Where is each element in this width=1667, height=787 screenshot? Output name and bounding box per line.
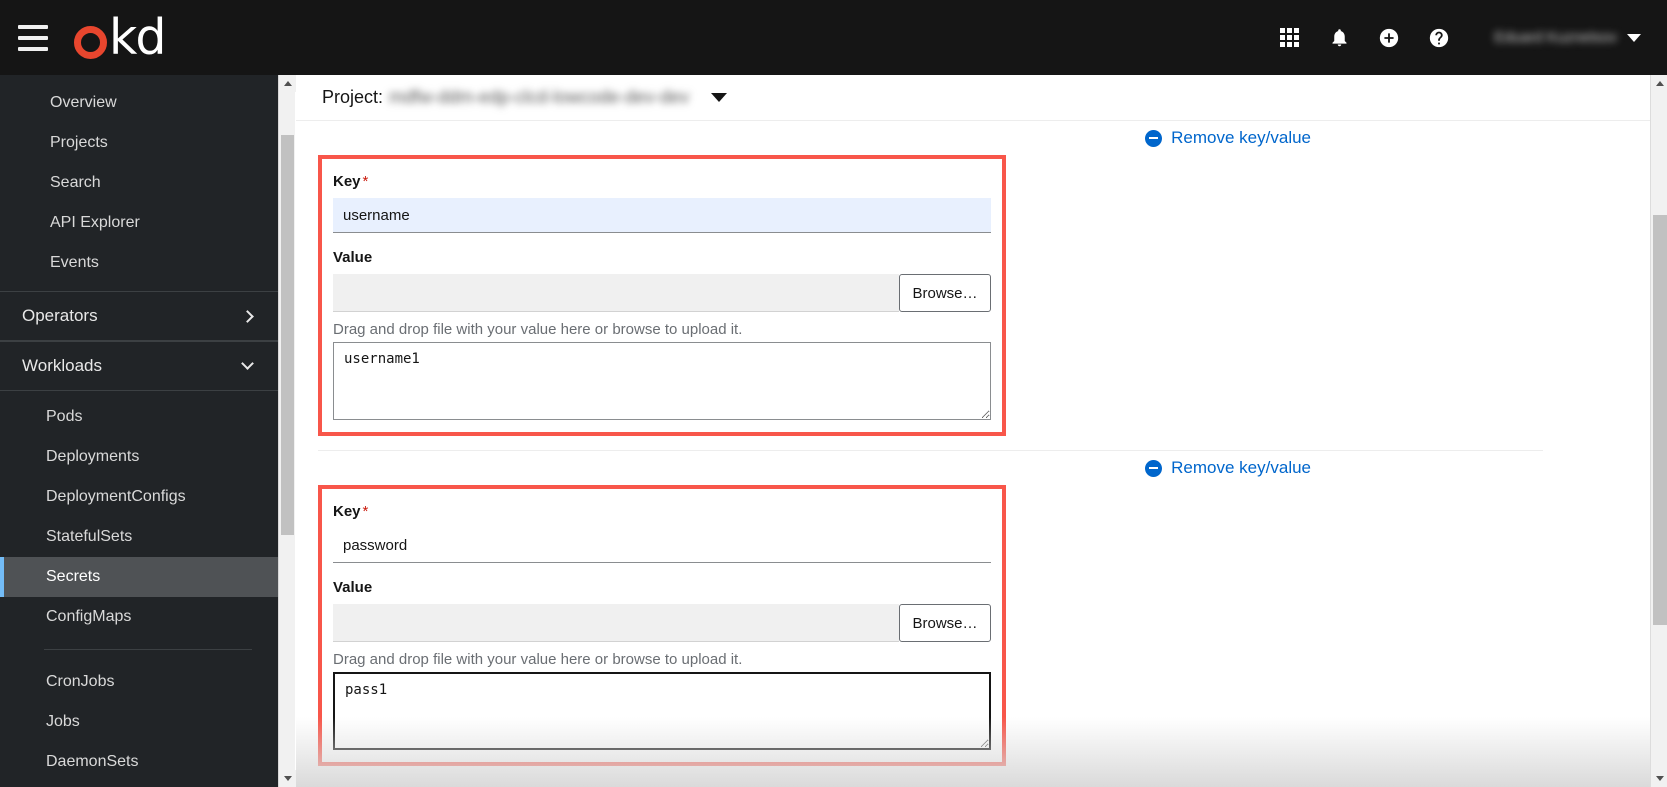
sidebar-item-deploymentconfigs[interactable]: DeploymentConfigs [0,477,278,517]
sidebar-item-events[interactable]: Events [0,243,278,283]
file-upload-row: Browse… [333,604,991,642]
drag-drop-helper-text: Drag and drop file with your value here … [333,321,743,338]
apps-grid-glyph [1279,28,1299,47]
value-textarea[interactable]: username1 [333,342,991,420]
sidebar-item-overview[interactable]: Overview [0,83,278,123]
remove-key-value-row: Remove key/value [296,121,1667,155]
okd-console-window: kd Eduard Kuznetsov Overview Projects Se… [0,0,1667,787]
hamburger-menu-icon[interactable] [18,24,48,51]
key-value-card: Key* Value Browse… Drag and drop file wi… [318,155,1006,436]
sidebar-group-label-workloads: Workloads [22,356,102,375]
secret-form: Remove key/value Key* Value Browse… Drag… [296,121,1667,786]
sidebar-scroll-thumb[interactable] [281,135,294,535]
key-label-text: Key [333,173,361,190]
key-value-entry: Remove key/value Key* Value Browse… Drag… [296,121,1667,436]
page-scroll-thumb[interactable] [1653,215,1667,625]
value-textarea[interactable]: pass1 [333,672,991,750]
sidebar-item-cronjobs[interactable]: CronJobs [0,662,278,702]
file-name-input[interactable] [333,274,899,312]
sidebar-item-secrets[interactable]: Secrets [0,557,278,597]
hamburger-bar [18,24,48,29]
sidebar-section-top: Overview Projects Search API Explorer Ev… [0,75,278,291]
sidebar-divider [44,649,252,650]
sidebar-group-workloads[interactable]: Workloads [0,341,278,391]
sidebar-item-daemonsets[interactable]: DaemonSets [0,742,278,782]
project-name: mdfw-ddm-edp-clcd-lowcode-dev-dev [389,87,690,107]
sidebar-scroll-up-icon[interactable] [279,75,296,92]
okd-logo[interactable]: kd [74,9,167,66]
apps-grid-icon[interactable] [1264,13,1314,63]
minus-circle-icon [1145,459,1163,477]
sidebar-navigation: Overview Projects Search API Explorer Ev… [0,75,278,787]
okd-logo-o-icon [74,26,107,59]
project-label: Project: [322,87,384,107]
required-asterisk: * [362,503,369,520]
project-dropdown-caret-icon[interactable] [711,93,728,102]
browse-button[interactable]: Browse… [899,274,991,312]
drag-drop-helper-text: Drag and drop file with your value here … [333,651,743,668]
key-input[interactable] [333,198,991,233]
sidebar-item-configmaps[interactable]: ConfigMaps [0,597,278,637]
remove-key-value-label: Remove key/value [1171,458,1311,477]
sidebar-scrollbar[interactable] [278,75,296,787]
project-bar: Project: mdfw-ddm-edp-clcd-lowcode-dev-d… [296,75,1667,121]
sidebar-group-label-operators: Operators [22,306,98,325]
masthead: kd Eduard Kuznetsov [0,0,1667,75]
chevron-down-icon [1627,33,1641,42]
required-asterisk: * [362,173,369,190]
okd-logo-text: kd [109,9,167,66]
sidebar-scroll-down-icon[interactable] [279,770,296,787]
sidebar-item-deployments[interactable]: Deployments [0,437,278,477]
key-value-card: Key* Value Browse… Drag and drop file wi… [318,485,1006,766]
bell-icon[interactable] [1314,13,1364,63]
file-upload-row: Browse… [333,274,991,312]
file-name-input[interactable] [333,604,899,642]
hamburger-bar [18,35,48,40]
page-scroll-down-icon[interactable] [1651,770,1667,787]
chevron-right-icon [241,309,254,323]
sidebar-item-search[interactable]: Search [0,163,278,203]
page-scrollbar[interactable] [1650,75,1667,787]
remove-key-value-row: Remove key/value [296,451,1667,485]
main-content: Project: mdfw-ddm-edp-clcd-lowcode-dev-d… [296,75,1667,787]
masthead-actions: Eduard Kuznetsov [1264,13,1667,63]
sidebar-section-workloads: Pods Deployments DeploymentConfigs State… [0,391,278,787]
sidebar-item-api-explorer[interactable]: API Explorer [0,203,278,243]
remove-key-value-button[interactable]: Remove key/value [1145,128,1311,148]
plus-circle-icon[interactable] [1364,13,1414,63]
remove-key-value-label: Remove key/value [1171,128,1311,147]
key-field-label: Key * [333,503,991,520]
user-name: Eduard Kuznetsov [1494,29,1617,46]
sidebar-item-projects[interactable]: Projects [0,123,278,163]
minus-circle-icon [1145,129,1163,147]
value-field-label: Value [333,579,373,596]
sidebar-item-pods[interactable]: Pods [0,397,278,437]
page-scroll-up-icon[interactable] [1651,75,1667,92]
chevron-down-icon [241,356,254,370]
user-menu[interactable]: Eduard Kuznetsov [1494,29,1641,46]
key-field-label: Key * [333,173,991,190]
question-circle-icon[interactable] [1414,13,1464,63]
key-label-text: Key [333,503,361,520]
remove-key-value-button[interactable]: Remove key/value [1145,458,1311,478]
value-field-label: Value [333,249,373,266]
browse-button[interactable]: Browse… [899,604,991,642]
key-input[interactable] [333,528,991,563]
hamburger-bar [18,46,48,51]
sidebar-group-operators[interactable]: Operators [0,291,278,341]
key-value-entry: Remove key/value Key* Value Browse… Drag… [296,451,1667,766]
sidebar-item-jobs[interactable]: Jobs [0,702,278,742]
sidebar-item-statefulsets[interactable]: StatefulSets [0,517,278,557]
